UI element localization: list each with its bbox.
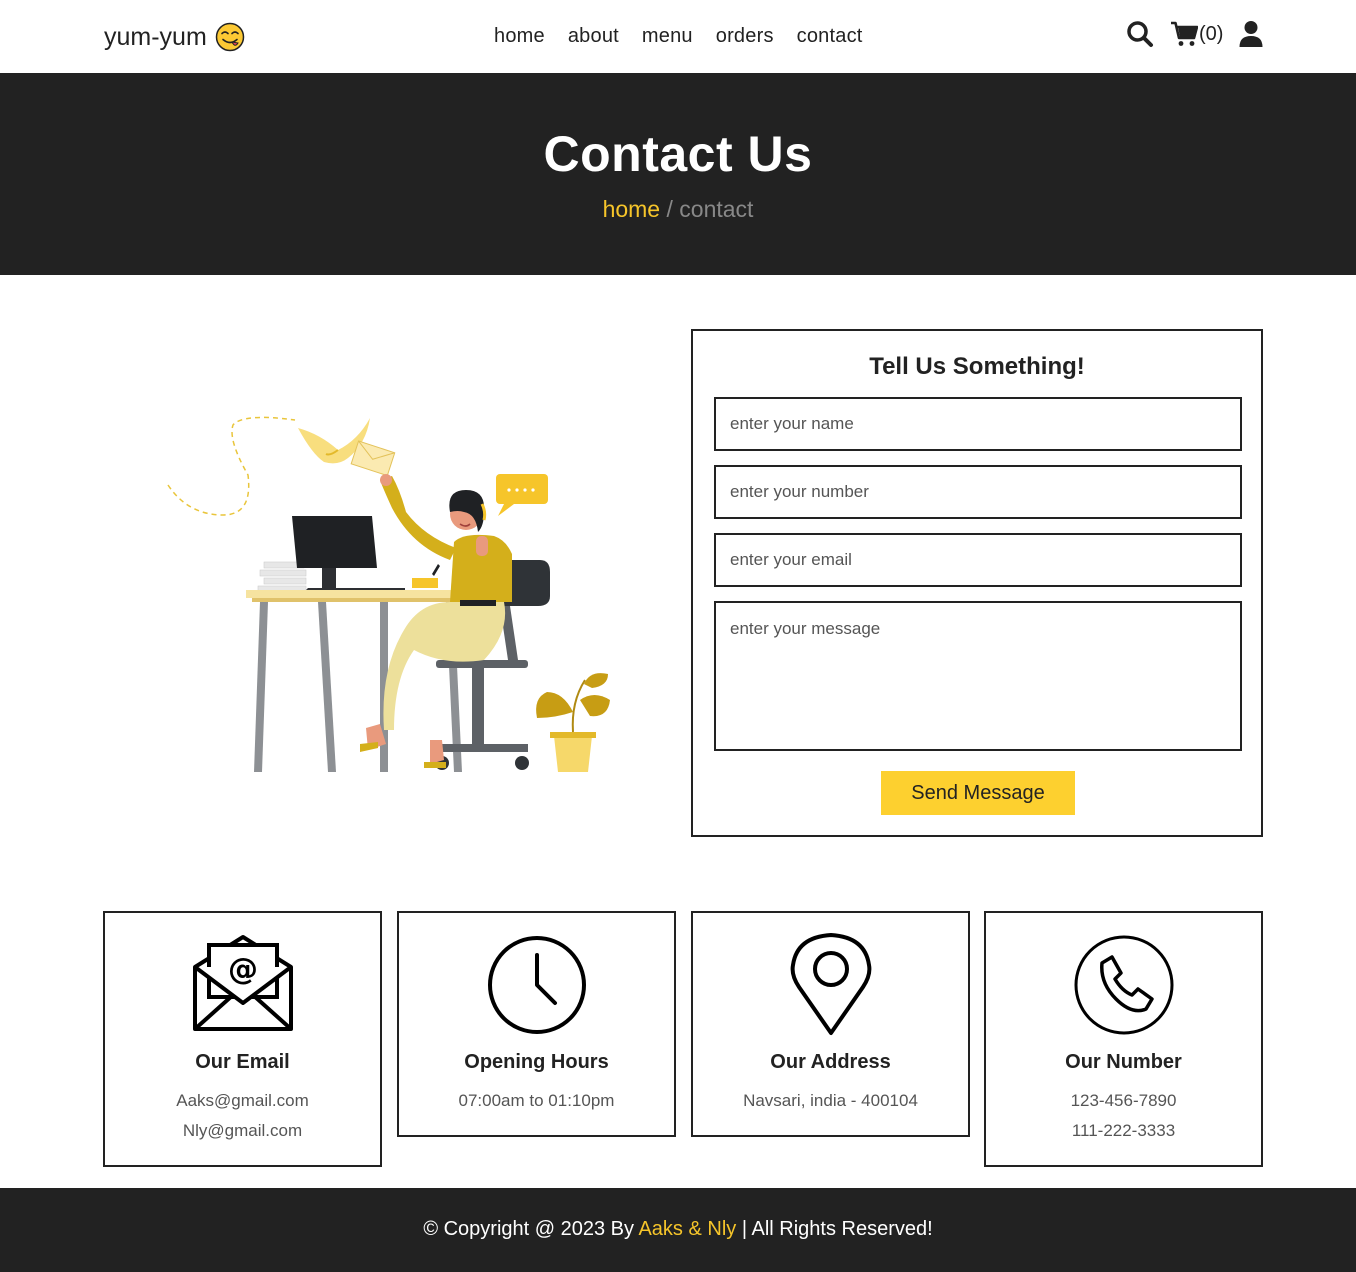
number-card: Our Number 123-456-7890 111-222-3333: [984, 911, 1263, 1167]
copyright-prefix: © Copyright @ 2023 By: [423, 1218, 639, 1240]
card-title: Our Number: [1065, 1051, 1182, 1073]
page-banner: Contact Us home / contact: [0, 73, 1356, 275]
email-line-2: Nly@gmail.com: [182, 1121, 303, 1140]
cart-icon: [1171, 21, 1198, 46]
email-input[interactable]: [714, 533, 1242, 587]
card-title: Our Email: [195, 1051, 290, 1073]
yum-face-icon: [215, 22, 245, 52]
nav-about[interactable]: about: [568, 25, 619, 48]
cart-count: (0): [1199, 22, 1224, 45]
copyright-authors: Aaks & Nly: [638, 1218, 737, 1240]
envelope-icon: @: [192, 935, 293, 1031]
copyright-suffix: | All Rights Reserved!: [736, 1218, 933, 1240]
email-line-1: Aaks@gmail.com: [176, 1091, 309, 1110]
page-title: Contact Us: [543, 126, 813, 182]
nav-contact[interactable]: contact: [797, 25, 863, 48]
nav-menu[interactable]: menu: [642, 25, 693, 48]
map-pin-icon: [790, 933, 871, 1035]
number-input[interactable]: [714, 465, 1242, 519]
cart-button[interactable]: (0): [1170, 21, 1223, 47]
send-message-button[interactable]: Send Message: [881, 771, 1075, 815]
main-nav: home about menu orders contact: [494, 25, 863, 48]
address-card: Our Address Navsari, india - 400104: [691, 911, 970, 1137]
breadcrumb: home / contact: [0, 196, 1356, 223]
logo-text: yum-yum: [104, 22, 207, 51]
hours-line: 07:00am to 01:10pm: [458, 1091, 615, 1110]
address-line: Navsari, india - 400104: [743, 1091, 918, 1110]
number-line-1: 123-456-7890: [1070, 1091, 1177, 1110]
phone-icon: [1074, 935, 1173, 1035]
card-title: Opening Hours: [464, 1051, 609, 1073]
breadcrumb-home-link[interactable]: home: [603, 196, 661, 222]
copyright-text: © Copyright @ 2023 By Aaks & Nly | All R…: [0, 1218, 1356, 1241]
opening-hours-card: Opening Hours 07:00am to 01:10pm: [397, 911, 676, 1137]
nav-orders[interactable]: orders: [716, 25, 774, 48]
breadcrumb-separator: /: [660, 196, 680, 222]
card-title: Our Address: [770, 1051, 891, 1073]
breadcrumb-current: contact: [679, 196, 754, 222]
user-icon[interactable]: [1239, 20, 1263, 48]
site-header: yum-yum home about menu orders contact (…: [0, 0, 1356, 73]
name-input[interactable]: [714, 397, 1242, 451]
message-input[interactable]: [714, 601, 1242, 751]
svg-text:@: @: [228, 952, 258, 987]
contact-form: Tell Us Something! Send Message: [691, 329, 1263, 837]
header-icons: (0): [1126, 20, 1263, 48]
site-logo[interactable]: yum-yum: [104, 22, 245, 52]
site-footer: © Copyright @ 2023 By Aaks & Nly | All R…: [0, 1188, 1356, 1272]
form-title: Tell Us Something!: [869, 353, 1085, 380]
number-line-2: 111-222-3333: [1071, 1121, 1176, 1140]
contact-illustration: [167, 416, 610, 772]
email-card: @ Our Email Aaks@gmail.com Nly@gmail.com: [103, 911, 382, 1167]
clock-icon: [487, 936, 586, 1034]
search-icon[interactable]: [1126, 20, 1154, 48]
nav-home[interactable]: home: [494, 25, 545, 48]
